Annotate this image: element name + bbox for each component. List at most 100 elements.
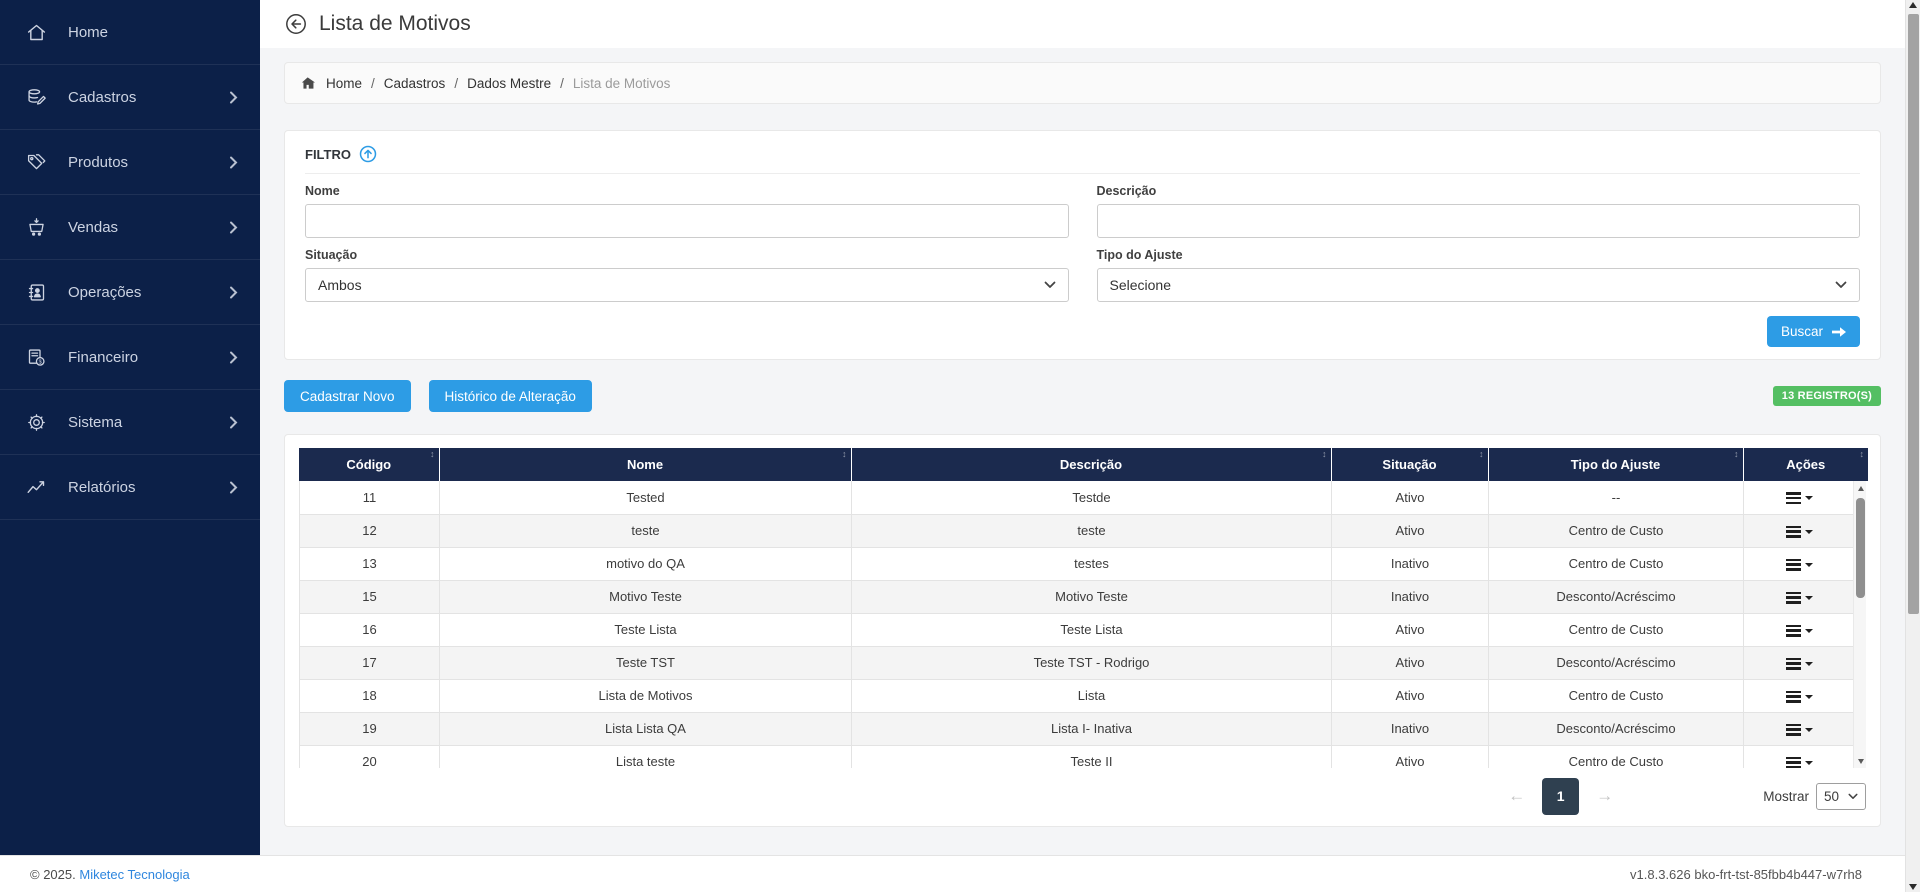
version-text: v1.8.3.626 bko-frt-tst-85fbb4b447-w7rh8	[1630, 866, 1862, 882]
field-tipo-ajuste: Tipo do Ajuste Selecione	[1096, 248, 1860, 302]
column-header-acoes[interactable]: Ações	[1743, 448, 1868, 481]
column-header-tipo-ajuste[interactable]: Tipo do Ajuste	[1488, 448, 1744, 481]
row-actions-menu-button[interactable]	[1785, 756, 1813, 768]
cell-tipo-ajuste: Centro de Custo	[1488, 514, 1744, 548]
cell-tipo-ajuste: Centro de Custo	[1488, 679, 1744, 713]
page-size-select[interactable]: 50	[1815, 782, 1866, 810]
descricao-input[interactable]	[1096, 204, 1860, 238]
scroll-up-button[interactable]	[1906, 2, 1920, 8]
sidebar-item-cadastros[interactable]: Cadastros	[0, 65, 260, 130]
cell-tipo-ajuste: Centro de Custo	[1488, 745, 1744, 768]
home-icon	[301, 76, 316, 90]
row-actions-menu-button[interactable]	[1785, 525, 1813, 538]
cell-codigo: 12	[299, 514, 440, 548]
next-page-icon[interactable]: →	[1596, 786, 1613, 806]
page-number-button[interactable]: 1	[1542, 777, 1580, 815]
sidebar-item-label: Produtos	[68, 153, 129, 171]
scrollbar-thumb[interactable]	[1908, 14, 1919, 614]
row-actions-menu-button[interactable]	[1785, 492, 1813, 505]
caret-down-icon	[1804, 562, 1813, 567]
scrollbar-thumb[interactable]	[1856, 498, 1865, 598]
hamburger-icon	[1785, 492, 1801, 505]
sidebar-item-operacoes[interactable]: Operações	[0, 260, 260, 325]
caret-down-icon	[1804, 595, 1813, 600]
table-row: 15 Motivo Teste Motivo Teste Inativo Des…	[299, 580, 1855, 614]
historico-alteracao-button[interactable]: Histórico de Alteração	[428, 380, 592, 412]
row-actions-menu-button[interactable]	[1785, 657, 1813, 670]
scroll-up-button[interactable]	[1854, 481, 1866, 495]
tipo-ajuste-label: Tipo do Ajuste	[1096, 248, 1183, 262]
hamburger-icon	[1785, 657, 1801, 670]
app-window: Home Cadastros Produtos Vendas Operações…	[0, 0, 1920, 855]
cell-nome: teste	[439, 514, 852, 548]
filter-header: FILTRO	[305, 145, 1860, 174]
sidebar-item-sistema[interactable]: Sistema	[0, 390, 260, 455]
table-body-scroll-area: 11 Tested Testde Ativo -- 12 teste teste	[299, 481, 1866, 768]
row-actions-menu-button[interactable]	[1785, 558, 1813, 571]
breadcrumb-current: Lista de Motivos	[572, 75, 671, 91]
cell-descricao: Teste TST - Rodrigo	[851, 646, 1332, 680]
cell-situacao: Ativo	[1331, 514, 1489, 548]
chevron-down-icon	[1044, 281, 1056, 289]
situacao-select[interactable]: Ambos	[305, 268, 1069, 302]
buscar-button[interactable]: Buscar	[1766, 316, 1860, 347]
breadcrumb-item-home[interactable]: Home	[326, 76, 362, 91]
prev-page-icon[interactable]: ←	[1508, 786, 1525, 806]
row-actions-menu-button[interactable]	[1785, 723, 1813, 736]
cell-nome: Motivo Teste	[439, 580, 852, 614]
collapse-filter-icon[interactable]	[359, 145, 377, 163]
caret-down-icon	[1804, 529, 1813, 534]
back-button[interactable]	[285, 13, 307, 35]
cadastrar-novo-button[interactable]: Cadastrar Novo	[284, 380, 411, 412]
hamburger-icon	[1785, 690, 1801, 703]
column-header-situacao[interactable]: Situação	[1331, 448, 1489, 481]
cell-acoes	[1743, 481, 1855, 515]
home-icon	[26, 22, 50, 43]
cell-codigo: 20	[299, 745, 440, 768]
sidebar-item-home[interactable]: Home	[0, 0, 260, 65]
sidebar-item-relatorios[interactable]: Relatórios	[0, 455, 260, 520]
scroll-down-button[interactable]	[1854, 754, 1866, 768]
invoice-money-icon: $	[26, 347, 50, 368]
chevron-right-icon	[229, 91, 238, 104]
chevron-right-icon	[229, 351, 238, 364]
breadcrumb-separator: /	[371, 75, 375, 91]
nome-input[interactable]	[305, 204, 1069, 238]
row-actions-menu-button[interactable]	[1785, 690, 1813, 703]
page-title: Lista de Motivos	[319, 12, 471, 35]
chevron-right-icon	[229, 286, 238, 299]
cell-nome: motivo do QA	[439, 547, 852, 581]
table-row: 18 Lista de Motivos Lista Ativo Centro d…	[299, 679, 1855, 713]
filter-title: FILTRO	[305, 146, 351, 162]
cell-acoes	[1743, 745, 1855, 768]
company-link[interactable]: Miketec Tecnologia	[79, 867, 189, 882]
tipo-ajuste-select[interactable]: Selecione	[1096, 268, 1860, 302]
chart-line-icon	[26, 477, 50, 498]
cell-nome: Teste Lista	[439, 613, 852, 647]
chevron-down-icon	[1848, 793, 1858, 800]
column-header-nome[interactable]: Nome	[439, 448, 852, 481]
column-header-descricao[interactable]: Descrição	[851, 448, 1332, 481]
cell-acoes	[1743, 712, 1855, 746]
cell-situacao: Inativo	[1331, 712, 1489, 746]
sidebar-item-financeiro[interactable]: $ Financeiro	[0, 325, 260, 390]
cell-codigo: 18	[299, 679, 440, 713]
cell-descricao: teste	[851, 514, 1332, 548]
cell-descricao: Teste II	[851, 745, 1332, 768]
situacao-select-value: Ambos	[318, 277, 362, 293]
caret-down-icon	[1804, 760, 1813, 765]
column-header-codigo[interactable]: Código	[299, 448, 440, 481]
cell-nome: Lista teste	[439, 745, 852, 768]
table-row: 17 Teste TST Teste TST - Rodrigo Ativo D…	[299, 646, 1855, 680]
row-actions-menu-button[interactable]	[1785, 591, 1813, 604]
sidebar-item-vendas[interactable]: Vendas	[0, 195, 260, 260]
row-actions-menu-button[interactable]	[1785, 624, 1813, 637]
breadcrumb-item-dados-mestre[interactable]: Dados Mestre	[467, 76, 551, 91]
main-content: Lista de Motivos Home / Cadastros / Dado…	[260, 0, 1920, 855]
sidebar-item-produtos[interactable]: Produtos	[0, 130, 260, 195]
pagination: ← 1 →	[1508, 777, 1613, 815]
hamburger-icon	[1785, 558, 1801, 571]
mostrar-label: Mostrar	[1763, 788, 1809, 804]
scroll-down-button[interactable]	[1906, 884, 1920, 890]
breadcrumb-item-cadastros[interactable]: Cadastros	[384, 76, 446, 91]
